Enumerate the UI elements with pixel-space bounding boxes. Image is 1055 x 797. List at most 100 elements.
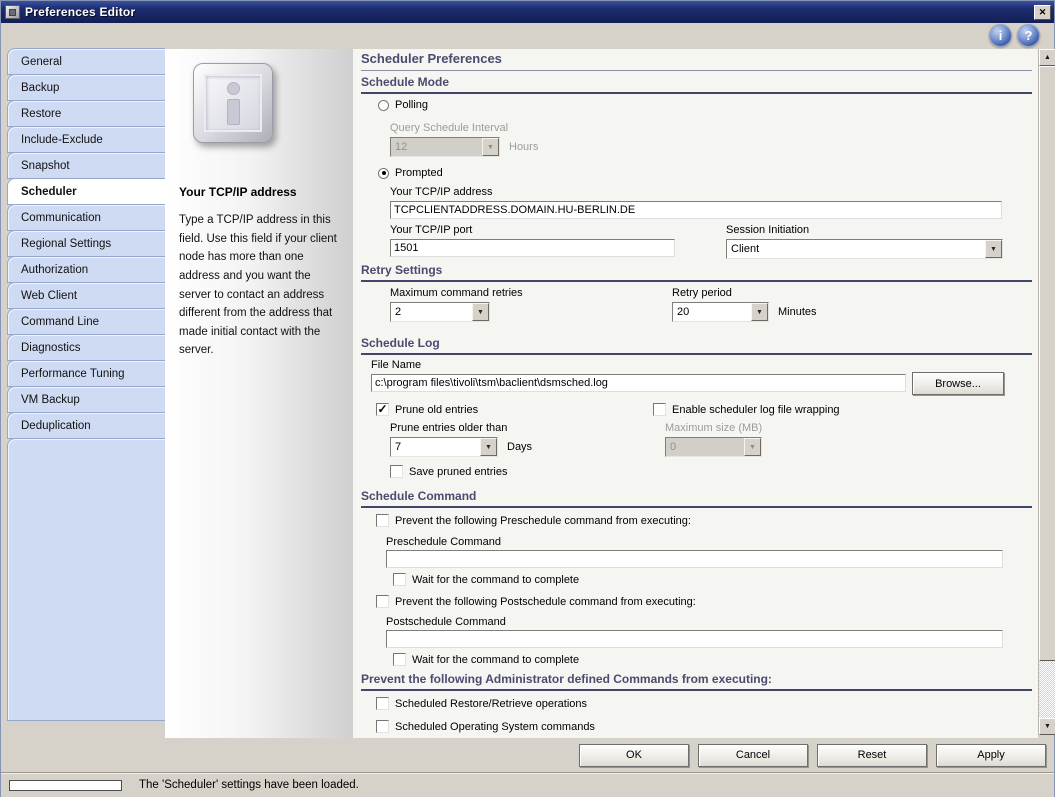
prune-older-unit: Days: [507, 441, 532, 453]
preschedule-command-input[interactable]: [386, 550, 1003, 568]
sidebar-item-backup[interactable]: Backup: [7, 74, 165, 101]
prompted-radio[interactable]: [378, 168, 389, 179]
polling-radio-row: Polling: [378, 99, 428, 111]
prune-older-row: 7 ▼ Days: [390, 437, 532, 457]
prompted-label: Prompted: [395, 167, 443, 179]
polling-radio[interactable]: [378, 100, 389, 111]
prompted-radio-row: Prompted: [378, 167, 443, 179]
help-panel-body: Type a TCP/IP address in this field. Use…: [179, 211, 339, 360]
sidebar-filler: [7, 438, 165, 721]
prevent-postschedule-checkbox[interactable]: ✓: [376, 595, 389, 608]
page-title: Scheduler Preferences: [361, 51, 1032, 71]
sched-os-checkbox[interactable]: ✓: [376, 720, 389, 733]
dropdown-arrow-icon[interactable]: ▼: [985, 240, 1002, 258]
sidebar-item-diagnostics[interactable]: Diagnostics: [7, 334, 165, 361]
query-interval-unit: Hours: [509, 141, 538, 153]
pre-wait-label: Wait for the command to complete: [412, 574, 579, 586]
prevent-preschedule-checkbox[interactable]: ✓: [376, 514, 389, 527]
top-toolbar: i ?: [1, 23, 1054, 49]
sidebar-item-general[interactable]: General: [7, 48, 165, 75]
retry-period-select[interactable]: 20 ▼: [672, 302, 769, 322]
sidebar-item-communication[interactable]: Communication: [7, 204, 165, 231]
log-wrapping-checkbox[interactable]: ✓: [653, 403, 666, 416]
retry-period-unit: Minutes: [778, 306, 817, 318]
section-admin-commands: Prevent the following Administrator defi…: [361, 672, 1032, 691]
log-wrapping-label: Enable scheduler log file wrapping: [672, 404, 840, 416]
pre-wait-checkbox[interactable]: ✓: [393, 573, 406, 586]
sidebar-item-deduplication[interactable]: Deduplication: [7, 412, 165, 439]
sidebar-item-include-exclude[interactable]: Include-Exclude: [7, 126, 165, 153]
help-icon[interactable]: ?: [1017, 24, 1040, 47]
preferences-editor-window: { "window": { "title": "Preferences Edit…: [0, 0, 1055, 797]
prune-older-select[interactable]: 7 ▼: [390, 437, 498, 457]
postschedule-command-input[interactable]: [386, 630, 1003, 648]
sidebar-item-authorization[interactable]: Authorization: [7, 256, 165, 283]
title-bar: Preferences Editor ✕: [1, 1, 1054, 23]
help-panel-heading: Your TCP/IP address: [179, 185, 339, 199]
preschedule-command-label: Preschedule Command: [386, 536, 501, 548]
browse-button[interactable]: Browse...: [912, 372, 1004, 395]
section-schedule-command: Schedule Command: [361, 489, 1032, 508]
max-retries-select[interactable]: 2 ▼: [390, 302, 490, 322]
prune-old-entries-checkbox[interactable]: ✓: [376, 403, 389, 416]
tcpip-port-label: Your TCP/IP port: [390, 224, 472, 236]
sidebar: General Backup Restore Include-Exclude S…: [7, 49, 165, 738]
status-bar: The 'Scheduler' settings have been loade…: [1, 772, 1054, 797]
sched-restore-checkbox[interactable]: ✓: [376, 697, 389, 710]
sidebar-item-snapshot[interactable]: Snapshot: [7, 152, 165, 179]
section-retry-settings: Retry Settings: [361, 263, 1032, 282]
window-title: Preferences Editor: [25, 5, 1034, 19]
help-panel: Your TCP/IP address Type a TCP/IP addres…: [165, 49, 353, 738]
prevent-postschedule-row: ✓ Prevent the following Postschedule com…: [376, 595, 696, 608]
file-name-label: File Name: [371, 359, 421, 371]
cancel-button[interactable]: Cancel: [698, 744, 808, 767]
sidebar-item-scheduler[interactable]: Scheduler: [7, 178, 165, 205]
dropdown-arrow-icon[interactable]: ▼: [480, 438, 497, 456]
session-initiation-select[interactable]: Client ▼: [726, 239, 1003, 259]
scrollbar-thumb[interactable]: [1039, 66, 1055, 661]
sidebar-item-restore[interactable]: Restore: [7, 100, 165, 127]
dropdown-arrow-icon: ▼: [744, 438, 761, 456]
scrollbar-up-icon[interactable]: ▲: [1039, 49, 1055, 66]
prune-old-entries-label: Prune old entries: [395, 404, 478, 416]
query-interval-label: Query Schedule Interval: [390, 122, 508, 134]
sched-restore-label: Scheduled Restore/Retrieve operations: [395, 698, 587, 710]
reset-button[interactable]: Reset: [817, 744, 927, 767]
log-wrapping-row: ✓ Enable scheduler log file wrapping: [653, 403, 840, 416]
sidebar-item-web-client[interactable]: Web Client: [7, 282, 165, 309]
query-interval-row: 12 ▼ Hours: [390, 137, 538, 157]
vertical-scrollbar[interactable]: ▲ ▼: [1038, 49, 1055, 735]
tcpip-address-label: Your TCP/IP address: [390, 186, 493, 198]
tcpip-port-input[interactable]: [390, 239, 675, 257]
app-icon: [5, 5, 20, 19]
retry-period-label: Retry period: [672, 287, 732, 299]
check-icon: ✓: [377, 403, 387, 415]
apply-button[interactable]: Apply: [936, 744, 1046, 767]
sidebar-item-command-line[interactable]: Command Line: [7, 308, 165, 335]
progress-bar: [9, 780, 122, 791]
save-pruned-checkbox[interactable]: ✓: [390, 465, 403, 478]
prevent-postschedule-label: Prevent the following Postschedule comma…: [395, 596, 696, 608]
ok-button[interactable]: OK: [579, 744, 689, 767]
info-square-icon: [193, 63, 273, 143]
sidebar-item-regional-settings[interactable]: Regional Settings: [7, 230, 165, 257]
scrollbar-down-icon[interactable]: ▼: [1039, 718, 1055, 735]
polling-label: Polling: [395, 99, 428, 111]
dropdown-arrow-icon[interactable]: ▼: [751, 303, 768, 321]
sidebar-item-vm-backup[interactable]: VM Backup: [7, 386, 165, 413]
scheduler-preferences-panel: Scheduler Preferences Schedule Mode Poll…: [353, 49, 1038, 738]
save-pruned-label: Save pruned entries: [409, 466, 507, 478]
tcpip-address-input[interactable]: [390, 201, 1002, 219]
sidebar-item-performance-tuning[interactable]: Performance Tuning: [7, 360, 165, 387]
sched-os-label: Scheduled Operating System commands: [395, 721, 595, 733]
dropdown-arrow-icon[interactable]: ▼: [472, 303, 489, 321]
postschedule-command-label: Postschedule Command: [386, 616, 506, 628]
file-name-input[interactable]: [371, 374, 906, 392]
info-icon[interactable]: i: [989, 24, 1012, 47]
close-icon[interactable]: ✕: [1034, 5, 1051, 20]
query-interval-select: 12 ▼: [390, 137, 500, 157]
button-bar: OK Cancel Reset Apply: [1, 738, 1054, 772]
sched-os-row: ✓ Scheduled Operating System commands: [376, 720, 595, 733]
status-message: The 'Scheduler' settings have been loade…: [139, 779, 359, 791]
post-wait-checkbox[interactable]: ✓: [393, 653, 406, 666]
